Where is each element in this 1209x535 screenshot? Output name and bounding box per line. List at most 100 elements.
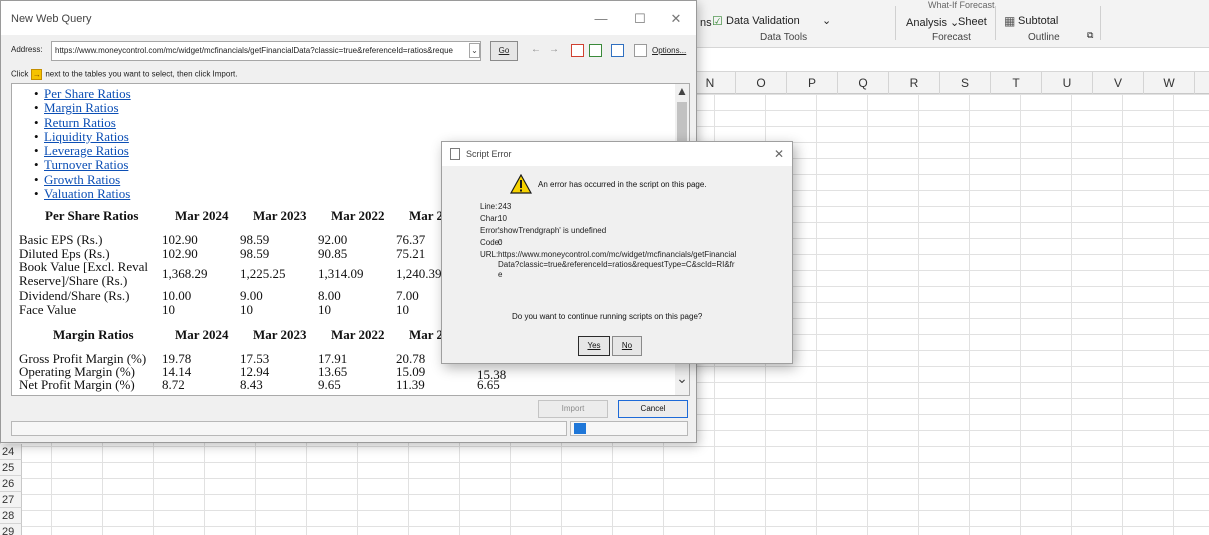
column-header[interactable]: V	[1093, 72, 1144, 94]
column-header[interactable]: Q	[838, 72, 889, 94]
chevron-down-icon[interactable]: ⌄	[822, 14, 831, 27]
scroll-down-icon[interactable]: ⌄	[675, 370, 689, 387]
error-label: Error:	[480, 226, 500, 235]
ribbon-separator	[895, 6, 896, 40]
table-cell: 102.90	[162, 232, 198, 247]
row-header[interactable]: 28	[0, 508, 22, 524]
data-tools-group-label: Data Tools	[760, 32, 808, 43]
table-cell: 9.00	[240, 288, 263, 303]
no-button[interactable]: No	[612, 336, 642, 356]
table-cell: 1,314.09	[318, 266, 364, 281]
column-header[interactable]: O	[736, 72, 787, 94]
table-cell: 1,240.39	[396, 266, 442, 281]
table-cell: 10	[396, 302, 409, 317]
link-per-share-ratios[interactable]: Per Share Ratios	[34, 86, 131, 101]
row-label: Book Value [Excl. Reval	[19, 259, 149, 274]
link-return-ratios[interactable]: Return Ratios	[34, 115, 131, 130]
table-cell: 98.59	[240, 246, 270, 261]
go-button[interactable]: Go	[490, 41, 518, 61]
minimize-button[interactable]: —	[586, 7, 616, 31]
row-label: Net Profit Margin (%)	[19, 377, 135, 392]
what-if-forecast-label: What-If Forecast	[928, 0, 995, 10]
column-header[interactable]: S	[940, 72, 991, 94]
column-header: Mar 2024	[175, 327, 229, 342]
url-value: https://www.moneycontrol.com/mc/widget/m…	[498, 250, 737, 279]
close-button[interactable]: ✕	[661, 7, 691, 31]
table-cell: 92.00	[318, 232, 348, 247]
line-label: Line:	[480, 202, 498, 211]
column-header: Mar 2	[409, 208, 444, 223]
link-turnover-ratios[interactable]: Turnover Ratios	[34, 158, 131, 173]
save-query-icon[interactable]	[634, 44, 647, 57]
table-cell: 98.59	[240, 232, 270, 247]
row-header[interactable]: 24	[0, 444, 22, 460]
forecast-sheet-button[interactable]: Sheet	[958, 16, 987, 28]
column-header: Mar 2023	[253, 208, 307, 223]
stop-icon[interactable]	[571, 44, 584, 57]
scroll-up-icon[interactable]: ▲	[675, 84, 689, 98]
row-header[interactable]: 29	[0, 524, 22, 535]
table-cell: 10	[318, 302, 331, 317]
char-value: 10	[498, 214, 507, 223]
table-cell: 7.00	[396, 288, 419, 303]
row-header[interactable]: 25	[0, 460, 22, 476]
close-button[interactable]: ✕	[770, 145, 788, 163]
data-validation-button[interactable]: Data Validation	[726, 15, 800, 27]
link-growth-ratios[interactable]: Growth Ratios	[34, 172, 131, 187]
table-cell: 10	[162, 302, 175, 317]
data-validation-icon: ☑	[712, 14, 723, 28]
dialog-title-bar[interactable]: New Web Query — ☐ ✕	[1, 1, 696, 35]
ribbon-separator	[1100, 6, 1101, 40]
hide-icons-icon[interactable]	[611, 44, 624, 57]
row-header[interactable]: 26	[0, 476, 22, 492]
address-dropdown-button[interactable]: ⌄	[469, 43, 480, 58]
loading-progress-bar	[570, 421, 688, 436]
what-if-analysis-button[interactable]: Analysis ⌄	[906, 16, 959, 29]
maximize-button[interactable]: ☐	[625, 7, 655, 31]
dialog-title-bar[interactable]: Script Error ✕	[442, 142, 792, 166]
table-cell: 10.00	[162, 288, 192, 303]
instruction-text: Click → next to the tables you want to sel…	[11, 69, 237, 80]
column-header[interactable]: R	[889, 72, 940, 94]
table-cell: 75.21	[396, 246, 426, 261]
continue-question: Do you want to continue running scripts …	[512, 312, 703, 321]
link-margin-ratios[interactable]: Margin Ratios	[34, 100, 131, 115]
warning-icon	[510, 174, 532, 194]
table-cell: 1,225.25	[240, 266, 286, 281]
link-liquidity-ratios[interactable]: Liquidity Ratios	[34, 129, 131, 144]
table-cell: 10	[240, 302, 253, 317]
back-arrow-icon[interactable]: ←	[531, 44, 541, 55]
import-button[interactable]: Import	[538, 400, 608, 418]
row-label: Face Value	[19, 302, 77, 317]
error-message: An error has occurred in the script on t…	[538, 180, 707, 189]
link-valuation-ratios[interactable]: Valuation Ratios	[34, 186, 131, 201]
address-input[interactable]: https://www.moneycontrol.com/mc/widget/m…	[51, 41, 481, 61]
column-header[interactable]: U	[1042, 72, 1093, 94]
error-value: 'showTrendgraph' is undefined	[498, 226, 607, 235]
cancel-button[interactable]: Cancel	[618, 400, 688, 418]
options-button[interactable]: Options...	[652, 46, 686, 55]
column-header[interactable]: P	[787, 72, 838, 94]
column-header: Mar 2	[409, 327, 444, 342]
yes-button[interactable]: Yes	[578, 336, 610, 356]
line-value: 243	[498, 202, 512, 211]
forecast-group-label: Forecast	[932, 32, 971, 43]
dialog-title: Script Error	[466, 149, 512, 159]
refresh-icon[interactable]	[589, 44, 602, 57]
column-header[interactable]: T	[991, 72, 1042, 94]
row-header[interactable]: 27	[0, 492, 22, 508]
forward-arrow-icon[interactable]: →	[549, 44, 559, 55]
dialog-launcher-icon[interactable]: ⧉	[1087, 30, 1093, 41]
column-header: Mar 2024	[175, 208, 229, 223]
column-header[interactable]: W	[1144, 72, 1195, 94]
char-label: Char:	[480, 214, 500, 223]
row-label: Basic EPS (Rs.)	[19, 232, 103, 247]
table-cell: 8.72	[162, 377, 185, 392]
row-label-continued: Reserve]/Share (Rs.)	[19, 273, 128, 288]
table-cell: 11.39	[396, 377, 425, 392]
link-leverage-ratios[interactable]: Leverage Ratios	[34, 143, 131, 158]
subtotal-button[interactable]: Subtotal	[1018, 15, 1058, 27]
column-header: Mar 2022	[331, 208, 385, 223]
table-cell: 76.37	[396, 232, 426, 247]
address-bar: Address: https://www.moneycontrol.com/mc…	[1, 39, 696, 63]
